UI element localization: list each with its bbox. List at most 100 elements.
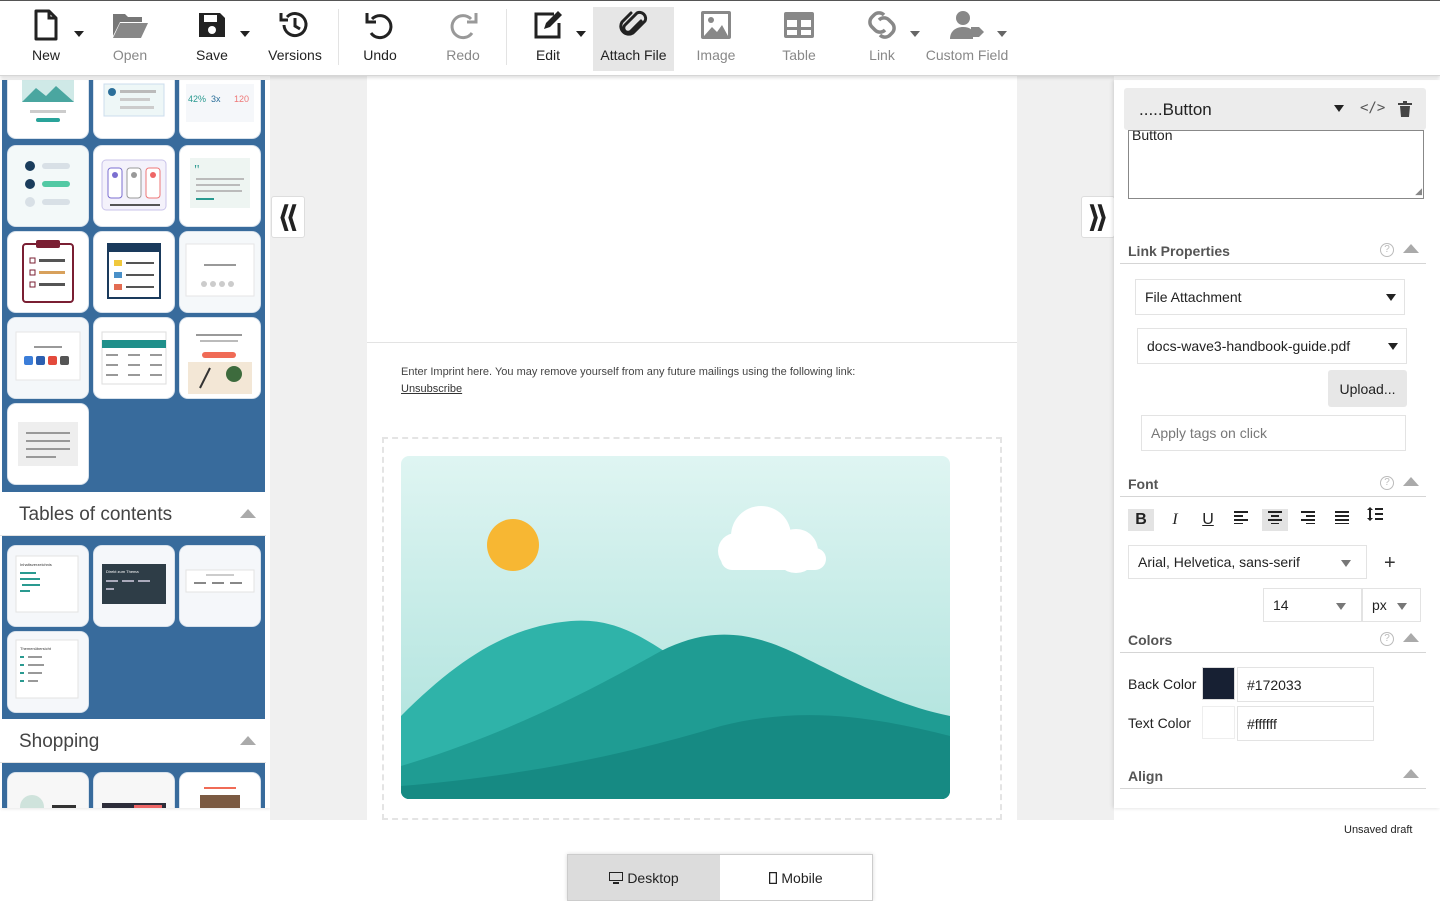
block-tile[interactable] — [180, 318, 260, 398]
block-tile[interactable] — [8, 404, 88, 484]
block-tile[interactable] — [94, 146, 174, 226]
edit-icon — [532, 7, 564, 43]
new-button[interactable]: New — [22, 7, 70, 71]
shopping-tile-grid — [2, 763, 265, 808]
delete-icon[interactable] — [1398, 101, 1412, 122]
section-header-shopping[interactable]: Shopping — [0, 719, 266, 763]
element-selector[interactable]: .....Button </> — [1124, 88, 1426, 130]
block-tile[interactable]: Themenübersicht — [8, 632, 88, 712]
save-button[interactable]: Save — [190, 7, 234, 71]
link-properties-title: Link Properties — [1128, 243, 1230, 259]
versions-button[interactable]: Versions — [266, 7, 324, 71]
block-tile[interactable] — [94, 80, 174, 138]
underline-icon[interactable]: U — [1195, 509, 1221, 531]
block-tile[interactable] — [94, 232, 174, 312]
link-caret-icon[interactable] — [910, 31, 920, 37]
table-icon — [783, 7, 815, 43]
help-icon[interactable]: ? — [1380, 632, 1394, 646]
align-right-icon[interactable] — [1295, 509, 1321, 531]
new-caret-icon[interactable] — [74, 31, 84, 37]
add-font-icon[interactable]: + — [1384, 552, 1396, 575]
undo-button[interactable]: Undo — [358, 7, 402, 71]
button-text-area[interactable]: Button ◢ — [1128, 130, 1424, 199]
font-family-select[interactable]: Arial, Helvetica, sans-serif — [1128, 545, 1367, 579]
bold-icon[interactable]: B — [1128, 509, 1154, 531]
email-canvas-page[interactable]: Enter Imprint here. You may remove yours… — [367, 76, 1017, 820]
new-document-icon — [33, 7, 59, 43]
block-tile[interactable] — [180, 773, 260, 808]
block-tile[interactable] — [94, 773, 174, 808]
svg-text:": " — [194, 163, 200, 178]
custom-field-button[interactable]: Custom Field — [926, 7, 1008, 71]
collapse-arrow-icon[interactable] — [1403, 244, 1419, 253]
collapse-arrow-icon[interactable] — [240, 509, 256, 518]
divider — [1120, 652, 1426, 653]
block-tile[interactable] — [180, 546, 260, 626]
align-center-icon[interactable] — [1262, 509, 1288, 531]
edit-button[interactable]: Edit — [528, 7, 568, 71]
block-tile[interactable] — [8, 146, 88, 226]
history-icon — [278, 7, 312, 43]
block-tile[interactable] — [8, 80, 88, 138]
collapse-right-panel-button[interactable]: ⟫ — [1081, 196, 1115, 238]
imprint-text[interactable]: Enter Imprint here. You may remove yours… — [401, 366, 991, 378]
save-caret-icon[interactable] — [240, 31, 250, 37]
custom-field-caret-icon[interactable] — [997, 31, 1007, 37]
collapse-left-panel-button[interactable]: ⟪ — [271, 196, 305, 238]
block-tile[interactable]: Direkt zum Thema — [94, 546, 174, 626]
block-tile[interactable]: 42% 3x 120 — [180, 80, 260, 138]
collapse-arrow-icon[interactable] — [1403, 477, 1419, 486]
text-color-swatch[interactable] — [1202, 706, 1235, 739]
resize-handle-icon[interactable]: ◢ — [1415, 186, 1422, 197]
block-tile[interactable]: " — [180, 146, 260, 226]
italic-icon[interactable]: I — [1162, 509, 1188, 531]
block-tile[interactable]: Inhaltsverzeichnis — [8, 546, 88, 626]
chevron-down-icon — [1397, 603, 1407, 610]
svg-text:Inhaltsverzeichnis: Inhaltsverzeichnis — [20, 562, 52, 567]
redo-button[interactable]: Redo — [441, 7, 485, 71]
chevron-down-icon — [1386, 294, 1396, 301]
image-icon — [700, 7, 732, 43]
back-color-input[interactable]: #172033 — [1237, 667, 1374, 702]
section-header-tables-of-contents[interactable]: Tables of contents — [0, 492, 266, 536]
block-tile[interactable] — [8, 232, 88, 312]
toolbar: New Open Save Versions Undo Redo Edit At… — [0, 0, 1440, 76]
justify-icon[interactable] — [1329, 509, 1355, 531]
attach-file-button[interactable]: Attach File — [593, 7, 674, 71]
attachment-file-select[interactable]: docs-wave3-handbook-guide.pdf — [1137, 328, 1407, 364]
align-left-icon[interactable] — [1228, 509, 1254, 531]
edit-caret-icon[interactable] — [576, 31, 586, 37]
help-icon[interactable]: ? — [1380, 476, 1394, 490]
block-tile[interactable] — [94, 318, 174, 398]
collapse-arrow-icon[interactable] — [1403, 633, 1419, 642]
toc-tile-grid: Inhaltsverzeichnis Direkt zum Thema Them… — [2, 536, 265, 719]
upload-button[interactable]: Upload... — [1328, 370, 1407, 407]
link-button[interactable]: Link — [860, 7, 904, 71]
folder-open-icon — [111, 7, 149, 43]
block-tile[interactable] — [8, 318, 88, 398]
help-icon[interactable]: ? — [1380, 243, 1394, 257]
image-button[interactable]: Image — [694, 7, 738, 71]
font-size-select[interactable]: 14 — [1263, 588, 1362, 622]
block-tile[interactable] — [180, 232, 260, 312]
font-unit-select[interactable]: px — [1362, 588, 1421, 622]
link-type-select[interactable]: File Attachment — [1135, 279, 1405, 315]
open-button[interactable]: Open — [104, 7, 156, 71]
code-view-icon[interactable]: </> — [1360, 100, 1385, 116]
back-color-swatch[interactable] — [1202, 667, 1235, 700]
desktop-view-button[interactable]: Desktop — [568, 855, 720, 900]
collapse-arrow-icon[interactable] — [240, 736, 256, 745]
block-tile[interactable] — [8, 773, 88, 808]
unsubscribe-link[interactable]: Unsubscribe — [401, 383, 462, 395]
align-title: Align — [1128, 768, 1163, 784]
text-color-input[interactable]: #ffffff — [1237, 706, 1374, 741]
apply-tags-input[interactable]: Apply tags on click — [1141, 415, 1406, 451]
line-height-icon[interactable] — [1362, 506, 1388, 528]
toolbar-divider — [506, 9, 507, 65]
block-library-panel: 42% 3x 120 " Tables of contents Inhaltsv… — [0, 80, 270, 808]
placeholder-landscape-image[interactable] — [401, 456, 950, 799]
element-dropdown-caret-icon[interactable] — [1334, 105, 1344, 112]
table-button[interactable]: Table — [777, 7, 821, 71]
mobile-view-button[interactable]: Mobile — [720, 855, 872, 900]
collapse-arrow-icon[interactable] — [1403, 769, 1419, 778]
